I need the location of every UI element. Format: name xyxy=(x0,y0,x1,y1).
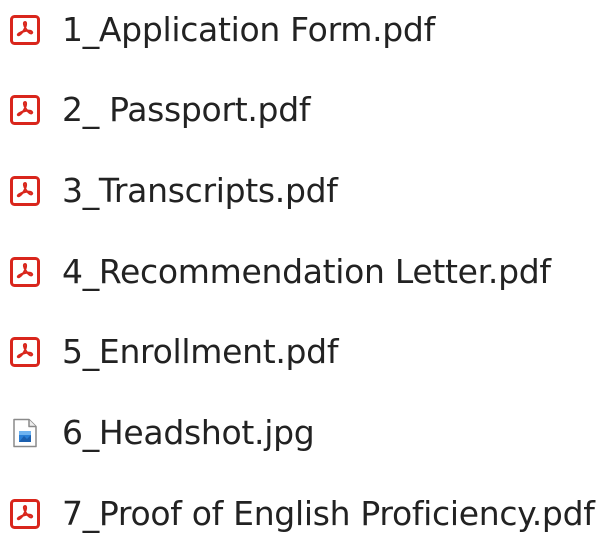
file-item[interactable]: 5_Enrollment.pdf xyxy=(10,326,338,378)
file-item[interactable]: 1_Application Form.pdf xyxy=(10,4,435,56)
pdf-icon xyxy=(10,95,40,125)
pdf-icon xyxy=(10,337,40,367)
pdf-icon xyxy=(10,499,40,529)
file-name: 6_Headshot.jpg xyxy=(62,413,315,452)
pdf-icon xyxy=(10,15,40,45)
file-item[interactable]: 6_Headshot.jpg xyxy=(10,407,315,459)
file-item[interactable]: 3_Transcripts.pdf xyxy=(10,165,338,217)
file-name: 5_Enrollment.pdf xyxy=(62,332,339,371)
file-name: 7_Proof of English Proficiency.pdf xyxy=(62,494,595,533)
image-file-icon xyxy=(10,418,40,448)
pdf-icon xyxy=(10,257,40,287)
file-item[interactable]: 4_Recommendation Letter.pdf xyxy=(10,246,551,298)
file-name: 2_ Passport.pdf xyxy=(62,90,311,129)
file-name: 1_Application Form.pdf xyxy=(62,10,435,49)
file-name: 3_Transcripts.pdf xyxy=(62,171,338,210)
file-item[interactable]: 7_Proof of English Proficiency.pdf xyxy=(10,488,595,540)
pdf-icon xyxy=(10,176,40,206)
file-item[interactable]: 2_ Passport.pdf xyxy=(10,84,310,136)
file-list: 1_Application Form.pdf 2_ Passport.pdf 3… xyxy=(0,0,615,542)
file-name: 4_Recommendation Letter.pdf xyxy=(62,252,551,291)
